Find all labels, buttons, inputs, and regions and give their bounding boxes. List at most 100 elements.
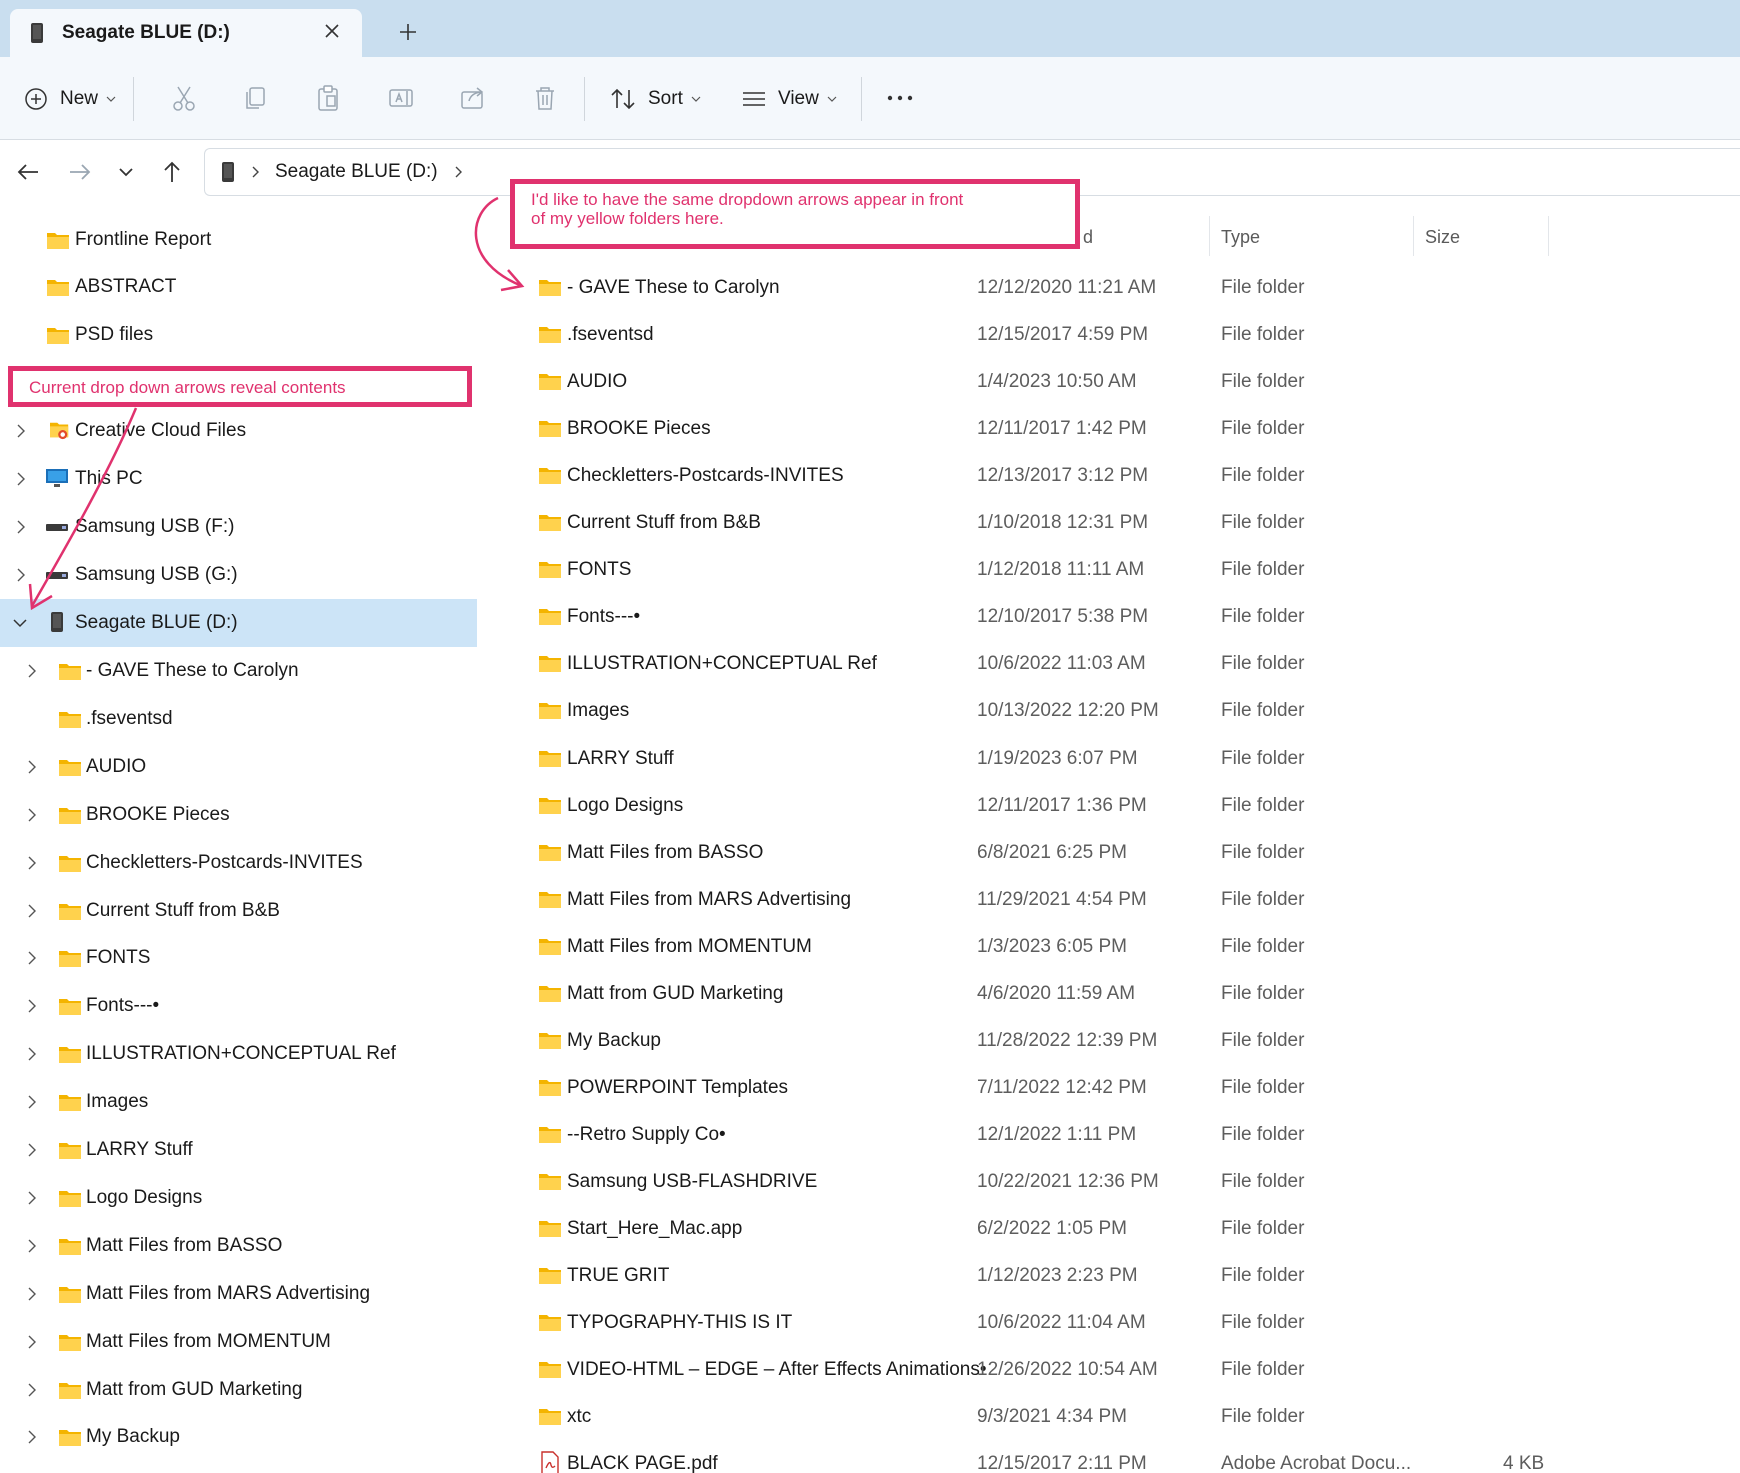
delete-icon[interactable] <box>529 82 561 114</box>
chevron-right-icon[interactable] <box>24 950 40 966</box>
folder-icon <box>59 1430 81 1447</box>
chevron-right-icon[interactable] <box>24 1286 40 1302</box>
chevron-right-icon[interactable] <box>24 855 40 871</box>
paste-icon[interactable] <box>312 82 344 114</box>
more-icon[interactable] <box>884 82 916 114</box>
column-header-size[interactable]: Size <box>1425 227 1460 267</box>
nav-child-folder[interactable]: My Backup <box>0 1413 477 1461</box>
nav-child-folder[interactable]: Checkletters-Postcards-INVITES <box>0 839 477 887</box>
column-header-type[interactable]: Type <box>1221 227 1260 267</box>
share-icon[interactable] <box>457 82 489 114</box>
copy-icon[interactable] <box>240 82 272 114</box>
nav-child-folder[interactable]: FONTS <box>0 934 477 982</box>
chevron-right-icon[interactable] <box>24 1334 40 1350</box>
chevron-right-icon[interactable] <box>13 471 29 487</box>
file-row[interactable]: Checkletters-Postcards-INVITES 12/13/2017… <box>520 452 1550 499</box>
chevron-right-icon[interactable] <box>24 1429 40 1445</box>
column-divider[interactable] <box>1209 216 1210 256</box>
file-row[interactable]: ILLUSTRATION+CONCEPTUAL Ref 10/6/2022 11:… <box>520 640 1550 687</box>
chevron-right-icon[interactable] <box>13 567 29 583</box>
nav-item-seagate-blue[interactable]: Seagate BLUE (D:) <box>0 599 477 647</box>
back-arrow-icon[interactable] <box>14 158 42 186</box>
file-row[interactable]: TRUE GRIT 1/12/2023 2:23 PM File folder <box>520 1252 1550 1299</box>
file-row[interactable]: xtc 9/3/2021 4:34 PM File folder <box>520 1393 1550 1440</box>
file-row[interactable]: Matt from GUD Marketing 4/6/2020 11:59 AM… <box>520 970 1550 1017</box>
folder-icon <box>59 807 81 824</box>
plus-icon[interactable] <box>396 20 420 44</box>
folder-icon <box>539 327 561 344</box>
column-divider[interactable] <box>1548 216 1549 256</box>
file-row[interactable]: POWERPOINT Templates 7/11/2022 12:42 PM Fi… <box>520 1064 1550 1111</box>
rename-icon[interactable] <box>385 82 417 114</box>
file-row[interactable]: Matt Files from MARS Advertising 11/29/20… <box>520 876 1550 923</box>
nav-child-folder[interactable]: Matt Files from BASSO <box>0 1222 477 1270</box>
nav-item-samsung-usb-f[interactable]: Samsung USB (F:) <box>0 503 477 551</box>
file-row[interactable]: My Backup 11/28/2022 12:39 PM File folder <box>520 1017 1550 1064</box>
chevron-right-icon[interactable] <box>24 807 40 823</box>
file-row[interactable]: .fseventsd 12/15/2017 4:59 PM File folder <box>520 311 1550 358</box>
recent-locations-chevron-icon[interactable] <box>112 158 140 186</box>
chevron-right-icon[interactable] <box>24 1382 40 1398</box>
file-row[interactable]: TYPOGRAPHY-THIS IS IT 10/6/2022 11:04 AM F… <box>520 1299 1550 1346</box>
close-icon[interactable] <box>320 19 344 43</box>
file-row[interactable]: AUDIO 1/4/2023 10:50 AM File folder <box>520 358 1550 405</box>
nav-item-psd-files[interactable]: PSD files <box>0 311 477 359</box>
column-header-date[interactable]: d <box>1083 227 1093 267</box>
file-row[interactable]: LARRY Stuff 1/19/2023 6:07 PM File folder <box>520 735 1550 782</box>
file-row[interactable]: BLACK PAGE.pdf 12/15/2017 2:11 PM Adobe Ac… <box>520 1440 1550 1473</box>
file-row[interactable]: Samsung USB-FLASHDRIVE 10/22/2021 12:36 P… <box>520 1158 1550 1205</box>
chevron-right-icon[interactable] <box>13 423 29 439</box>
file-row[interactable]: Images 10/13/2022 12:20 PM File folder <box>520 687 1550 734</box>
up-arrow-icon[interactable] <box>158 158 186 186</box>
chevron-right-icon[interactable] <box>13 519 29 535</box>
nav-child-folder[interactable]: Matt Files from MARS Advertising <box>0 1270 477 1318</box>
chevron-right-icon[interactable] <box>24 1238 40 1254</box>
nav-child-folder[interactable]: BROOKE Pieces <box>0 791 477 839</box>
tab-seagate-blue[interactable]: Seagate BLUE (D:) <box>10 9 362 57</box>
forward-arrow-icon[interactable] <box>66 158 94 186</box>
nav-child-folder[interactable]: Images <box>0 1078 477 1126</box>
view-button[interactable]: View <box>742 57 837 140</box>
chevron-right-icon[interactable] <box>24 1046 40 1062</box>
chevron-right-icon[interactable] <box>24 759 40 775</box>
chevron-right-icon[interactable] <box>24 1190 40 1206</box>
file-row[interactable]: - GAVE These to Carolyn 12/12/2020 11:21 … <box>520 264 1550 311</box>
nav-item-samsung-usb-g[interactable]: Samsung USB (G:) <box>0 551 477 599</box>
breadcrumb-seagate-blue[interactable]: Seagate BLUE (D:) <box>275 161 438 183</box>
file-row[interactable]: Start_Here_Mac.app 6/2/2022 1:05 PM File f… <box>520 1205 1550 1252</box>
file-row[interactable]: --Retro Supply Co• 12/1/2022 1:11 PM File … <box>520 1111 1550 1158</box>
nav-child-folder[interactable]: .fseventsd <box>0 695 477 743</box>
nav-child-folder[interactable]: ILLUSTRATION+CONCEPTUAL Ref <box>0 1030 477 1078</box>
nav-item-frontline-report[interactable]: Frontline Report <box>0 216 477 264</box>
file-row[interactable]: Logo Designs 12/11/2017 1:36 PM File folde… <box>520 782 1550 829</box>
file-row[interactable]: Fonts---• 12/10/2017 5:38 PM File folder <box>520 593 1550 640</box>
chevron-right-icon[interactable] <box>24 663 40 679</box>
nav-child-folder[interactable]: LARRY Stuff <box>0 1126 477 1174</box>
nav-child-folder[interactable]: Current Stuff from B&B <box>0 887 477 935</box>
chevron-right-icon[interactable] <box>24 1094 40 1110</box>
cut-icon[interactable] <box>168 82 200 114</box>
file-row[interactable]: BROOKE Pieces 12/11/2017 1:42 PM File fold… <box>520 405 1550 452</box>
nav-item-this-pc[interactable]: This PC <box>0 455 477 503</box>
chevron-right-icon[interactable] <box>24 998 40 1014</box>
nav-item-creative-cloud[interactable]: Creative Cloud Files <box>0 407 477 455</box>
new-button[interactable]: New <box>24 57 116 140</box>
nav-child-folder[interactable]: Matt from GUD Marketing <box>0 1366 477 1414</box>
chevron-right-icon[interactable] <box>24 1142 40 1158</box>
file-row[interactable]: Current Stuff from B&B 1/10/2018 12:31 PM… <box>520 499 1550 546</box>
chevron-down-icon[interactable] <box>12 615 28 631</box>
chevron-right-icon[interactable] <box>24 903 40 919</box>
nav-child-folder[interactable]: Logo Designs <box>0 1174 477 1222</box>
chevron-right-icon[interactable] <box>452 165 466 179</box>
nav-child-folder[interactable]: - GAVE These to Carolyn <box>0 647 477 695</box>
nav-child-folder[interactable]: AUDIO <box>0 743 477 791</box>
nav-item-abstract[interactable]: ABSTRACT <box>0 263 477 311</box>
file-row[interactable]: Matt Files from BASSO 6/8/2021 6:25 PM Fil… <box>520 829 1550 876</box>
file-row[interactable]: VIDEO-HTML – EDGE – After Effects Animat… <box>520 1346 1550 1393</box>
file-row[interactable]: FONTS 1/12/2018 11:11 AM File folder <box>520 546 1550 593</box>
nav-child-folder[interactable]: Matt Files from MOMENTUM <box>0 1318 477 1366</box>
nav-child-folder[interactable]: Fonts---• <box>0 982 477 1030</box>
column-divider[interactable] <box>1413 216 1414 256</box>
file-row[interactable]: Matt Files from MOMENTUM 1/3/2023 6:05 PM… <box>520 923 1550 970</box>
sort-button[interactable]: Sort <box>610 57 701 140</box>
